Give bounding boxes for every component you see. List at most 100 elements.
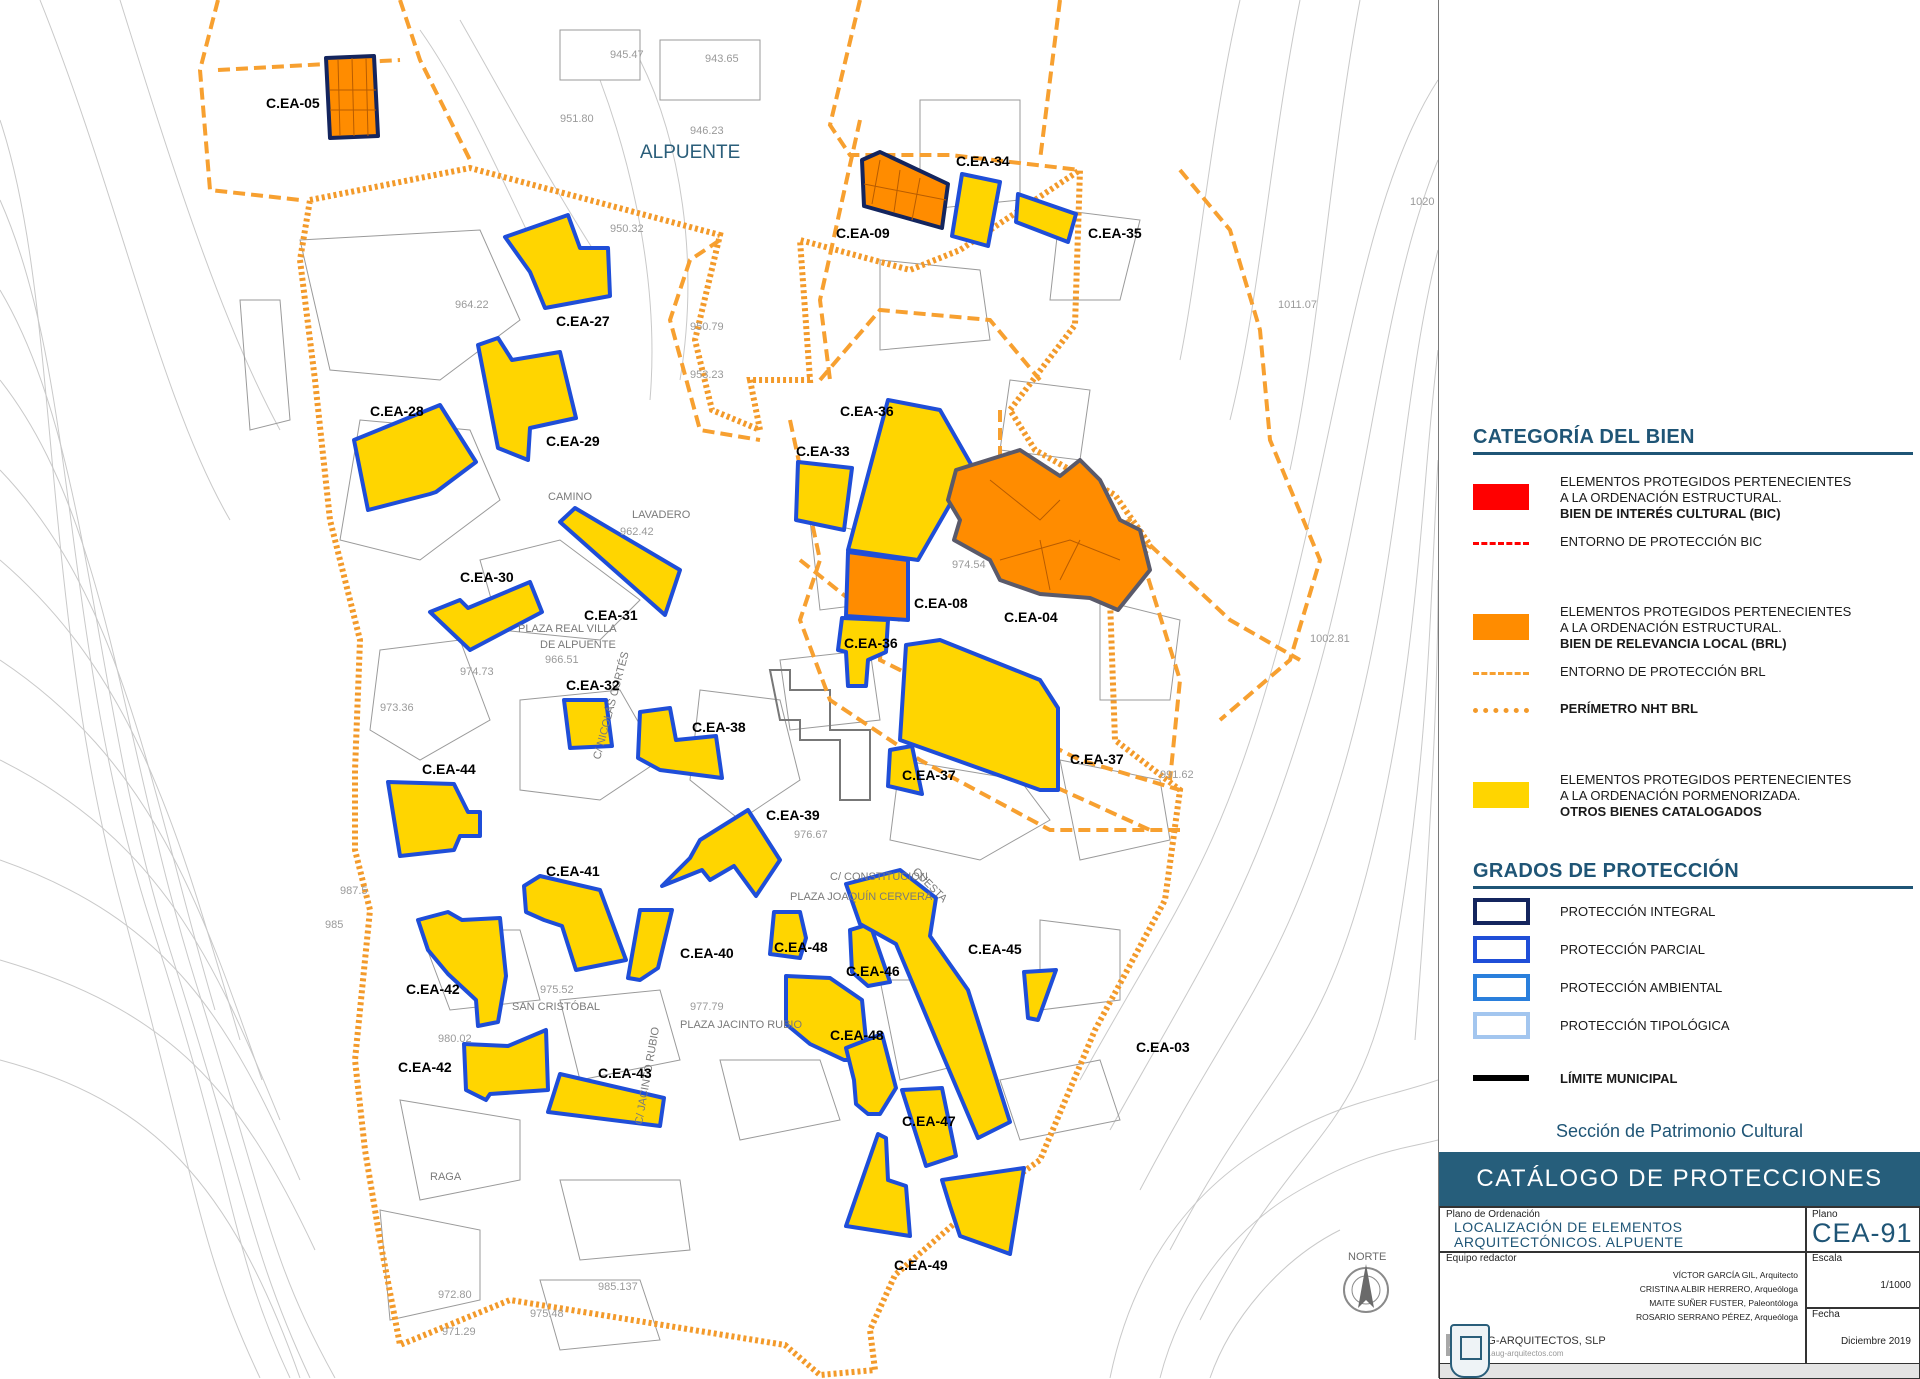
brl-environment-line bbox=[1473, 672, 1529, 675]
svg-text:C.EA-32: C.EA-32 bbox=[566, 677, 620, 693]
limit-line bbox=[1473, 1075, 1529, 1081]
legend-bic-environment: ENTORNO DE PROTECCIÓN BIC bbox=[1473, 533, 1913, 553]
legend-brl-environment: ENTORNO DE PROTECCIÓN BRL bbox=[1473, 663, 1913, 683]
bic-line-3: BIEN DE INTERÉS CULTURAL (BIC) bbox=[1560, 506, 1781, 521]
ambiental-frame bbox=[1473, 974, 1530, 1001]
svg-text:C.EA-28: C.EA-28 bbox=[370, 403, 424, 419]
grades-underline bbox=[1473, 886, 1913, 889]
date-label: Fecha bbox=[1812, 1309, 1840, 1320]
church-outline bbox=[768, 669, 871, 801]
plano-cell: Plano CEA-91 bbox=[1805, 1207, 1920, 1253]
svg-text:CAMINO: CAMINO bbox=[548, 491, 592, 503]
parcel-c-ea-40[interactable] bbox=[626, 908, 674, 982]
svg-text:C.EA-49: C.EA-49 bbox=[894, 1257, 948, 1273]
svg-text:C.EA-27: C.EA-27 bbox=[556, 313, 610, 329]
category-underline bbox=[1473, 452, 1913, 455]
svg-text:C.EA-37: C.EA-37 bbox=[1070, 751, 1124, 767]
parcel-c-ea-48c[interactable] bbox=[844, 1032, 898, 1116]
svg-text:975.48: 975.48 bbox=[530, 1308, 564, 1320]
svg-text:C.EA-38: C.EA-38 bbox=[692, 719, 746, 735]
svg-text:C.EA-35: C.EA-35 bbox=[1088, 225, 1142, 241]
parcel-c-ea-44[interactable] bbox=[386, 780, 482, 858]
yellow-parcels bbox=[352, 172, 1078, 1256]
svg-text:950.32: 950.32 bbox=[610, 223, 644, 235]
parcel-c-ea-42b[interactable] bbox=[462, 1028, 550, 1102]
svg-text:C.EA-36: C.EA-36 bbox=[844, 635, 898, 651]
svg-text:C.EA-40: C.EA-40 bbox=[680, 945, 734, 961]
footer-strip bbox=[1439, 1324, 1920, 1379]
date-value: Diciembre 2019 bbox=[1840, 1336, 1911, 1347]
svg-text:976.67: 976.67 bbox=[794, 829, 828, 841]
svg-text:C.EA-42: C.EA-42 bbox=[406, 981, 460, 997]
legend-integral: PROTECCIÓN INTEGRAL bbox=[1473, 898, 1913, 926]
svg-text:C.EA-08: C.EA-08 bbox=[914, 595, 968, 611]
svg-text:977.79: 977.79 bbox=[690, 1001, 724, 1013]
plan-title-line-1: LOCALIZACIÓN DE ELEMENTOS bbox=[1454, 1219, 1683, 1235]
parcel-c-ea-49[interactable] bbox=[844, 1132, 912, 1238]
team-member-2: CRISTINA ALBIR HERRERO, Arqueóloga bbox=[1639, 1284, 1798, 1294]
svg-text:PLAZA JOAQUÍN CERVERA: PLAZA JOAQUÍN CERVERA bbox=[790, 890, 933, 903]
plan-title-cell: Plano de Ordenación LOCALIZACIÓN DE ELEM… bbox=[1439, 1207, 1807, 1253]
team-member-4: ROSARIO SERRANO PÉREZ, Arqueóloga bbox=[1635, 1312, 1798, 1322]
parcel-c-ea-35[interactable] bbox=[1014, 192, 1078, 244]
svg-text:C.EA-29: C.EA-29 bbox=[546, 433, 600, 449]
parcel-c-ea-08[interactable] bbox=[844, 550, 910, 622]
north-label: NORTE bbox=[1348, 1251, 1386, 1263]
category-title: CATEGORÍA DEL BIEN bbox=[1473, 426, 1695, 448]
legend-brl: ELEMENTOS PROTEGIDOS PERTENECIENTES A LA… bbox=[1473, 604, 1913, 654]
brl-line-2: A LA ORDENACIÓN ESTRUCTURAL. bbox=[1560, 620, 1782, 635]
svg-text:SAN CRISTÓBAL: SAN CRISTÓBAL bbox=[512, 1000, 600, 1013]
team-label: Equipo redactor bbox=[1446, 1253, 1517, 1264]
other-line-1: ELEMENTOS PROTEGIDOS PERTENECIENTES bbox=[1560, 772, 1852, 787]
north-arrow: NORTE bbox=[1343, 1251, 1389, 1313]
svg-text:C.EA-30: C.EA-30 bbox=[460, 569, 514, 585]
ambiental-label: PROTECCIÓN AMBIENTAL bbox=[1560, 980, 1723, 995]
other-swatch bbox=[1473, 782, 1529, 808]
legend-nht: PERÍMETRO NHT BRL bbox=[1473, 700, 1913, 720]
parcel-c-ea-27[interactable] bbox=[503, 213, 612, 310]
brl-line-1: ELEMENTOS PROTEGIDOS PERTENECIENTES bbox=[1560, 604, 1852, 619]
integral-frame bbox=[1473, 898, 1530, 925]
section-title: Sección de Patrimonio Cultural bbox=[1555, 1121, 1804, 1141]
parcel-c-ea-36b[interactable] bbox=[836, 616, 890, 688]
parcel-c-ea-34[interactable] bbox=[950, 172, 1002, 248]
svg-text:1002.81: 1002.81 bbox=[1310, 633, 1350, 645]
brl-environment-label: ENTORNO DE PROTECCIÓN BRL bbox=[1560, 664, 1766, 679]
parcel-c-ea-45[interactable] bbox=[1022, 968, 1058, 1022]
svg-text:C.EA-42: C.EA-42 bbox=[398, 1059, 452, 1075]
svg-text:DE ALPUENTE: DE ALPUENTE bbox=[540, 639, 616, 651]
brl-line-3: BIEN DE RELEVANCIA LOCAL (BRL) bbox=[1560, 636, 1787, 651]
legend-parcial: PROTECCIÓN PARCIAL bbox=[1473, 936, 1913, 964]
parcel-c-ea-33[interactable] bbox=[794, 460, 854, 532]
svg-text:C.EA-47: C.EA-47 bbox=[902, 1113, 956, 1129]
parcel-c-ea-30[interactable] bbox=[428, 580, 544, 652]
map-canvas[interactable]: ALPUENTE 945.47 943.65 951.80 946.23 950… bbox=[0, 0, 1438, 1378]
svg-text:975.52: 975.52 bbox=[540, 984, 574, 996]
catalog-banner: CATÁLOGO DE PROTECCIONES bbox=[1439, 1152, 1920, 1206]
svg-text:C.EA-34: C.EA-34 bbox=[956, 153, 1010, 169]
svg-text:C.EA-41: C.EA-41 bbox=[546, 863, 600, 879]
svg-text:950.79: 950.79 bbox=[690, 321, 724, 333]
coat-of-arms-icon bbox=[1450, 1324, 1490, 1378]
parcel-c-ea-41[interactable] bbox=[522, 874, 628, 972]
svg-text:985.137: 985.137 bbox=[598, 1281, 638, 1293]
tipologica-label: PROTECCIÓN TIPOLÓGICA bbox=[1560, 1018, 1730, 1033]
svg-text:LAVADERO: LAVADERO bbox=[632, 509, 691, 521]
map-area[interactable]: ALPUENTE 945.47 943.65 951.80 946.23 950… bbox=[0, 0, 1438, 1378]
svg-text:C.EA-39: C.EA-39 bbox=[766, 807, 820, 823]
svg-text:945.47: 945.47 bbox=[610, 49, 644, 61]
svg-text:C.EA-03: C.EA-03 bbox=[1136, 1039, 1190, 1055]
svg-text:1011.07: 1011.07 bbox=[1278, 299, 1317, 311]
parcel-c-ea-39[interactable] bbox=[660, 808, 782, 898]
parcel-c-ea-31[interactable] bbox=[558, 506, 682, 617]
svg-text:C.EA-37: C.EA-37 bbox=[902, 767, 956, 783]
svg-text:C.EA-05: C.EA-05 bbox=[266, 95, 320, 111]
parcel-labels: C.EA-05 C.EA-09 C.EA-34 C.EA-35 C.EA-27 … bbox=[266, 95, 1190, 1273]
svg-text:1020: 1020 bbox=[1410, 196, 1434, 208]
parcial-frame bbox=[1473, 936, 1530, 963]
svg-text:964.22: 964.22 bbox=[455, 299, 489, 311]
legend-other: ELEMENTOS PROTEGIDOS PERTENECIENTES A LA… bbox=[1473, 772, 1913, 822]
svg-text:966.51: 966.51 bbox=[545, 654, 579, 666]
svg-text:C.EA-48: C.EA-48 bbox=[830, 1027, 884, 1043]
parcel-c-ea-49b[interactable] bbox=[940, 1166, 1026, 1256]
